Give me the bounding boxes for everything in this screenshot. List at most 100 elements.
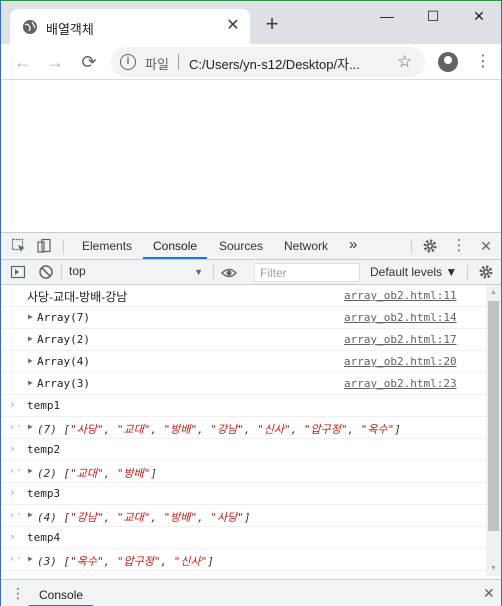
array-preview[interactable]: (4) ["강남", "교대", "방배", "사당"]	[37, 509, 251, 525]
browser-menu-icon[interactable]: ⋮	[475, 50, 491, 74]
window-close-button[interactable]: ✕	[456, 1, 502, 31]
log-object[interactable]: Array(4)	[37, 355, 90, 368]
array-length: (2)	[37, 467, 57, 480]
log-source-link[interactable]: array_ob2.html:20	[344, 355, 457, 368]
settings-gear-icon[interactable]	[422, 238, 438, 254]
array-item: "옥수"	[70, 555, 104, 568]
drawer-close-icon[interactable]: ✕	[483, 585, 495, 602]
console-output: 사당-교대-방배-강남 array_ob2.html:11 ▶ Array(7) arr…	[1, 285, 486, 576]
result-arrow-icon: ‹·	[9, 420, 23, 433]
tab-sources[interactable]: Sources	[219, 239, 263, 253]
filter-input[interactable]: Filter	[254, 263, 360, 282]
command-text: temp3	[27, 487, 61, 500]
minimize-button[interactable]: —	[364, 1, 410, 31]
address-bar[interactable]: i 파일 C:/Users/yn-s12/Desktop/자... ☆	[111, 47, 425, 77]
expand-triangle-icon[interactable]: ▶	[28, 356, 33, 365]
array-item: "방배"	[116, 467, 151, 480]
profile-avatar-icon[interactable]	[438, 52, 458, 72]
tab-title: 배열객체	[46, 22, 94, 37]
browser-toolbar: ← → ⟳ i 파일 C:/Users/yn-s12/Desktop/자... …	[1, 44, 501, 80]
array-preview[interactable]: (3) ["옥수", "압구정", "신사"]	[37, 553, 214, 569]
tab-divider	[411, 239, 412, 254]
devtools-close-icon[interactable]: ✕	[478, 238, 494, 254]
expand-triangle-icon[interactable]: ▶	[28, 334, 33, 343]
info-icon[interactable]: i	[120, 54, 136, 70]
more-tabs-button[interactable]: »	[349, 236, 357, 253]
result-arrow-icon: ‹·	[9, 552, 23, 565]
title-bar: 배열객체 ✕ + — ☐ ✕	[1, 1, 501, 44]
result-row: ‹· ▶ (7) ["사당", "교대", "방배", "강남", "신사", "압…	[1, 417, 486, 439]
expand-triangle-icon[interactable]: ▶	[28, 378, 33, 387]
new-tab-button[interactable]: +	[261, 13, 283, 35]
log-source-link[interactable]: array_ob2.html:14	[344, 311, 457, 324]
expand-triangle-icon[interactable]: ▶	[28, 554, 33, 563]
result-row: ‹· ▶ (4) ["강남", "교대", "방배", "사당"]	[1, 505, 486, 527]
active-tab-indicator	[143, 257, 207, 259]
globe-icon	[23, 20, 37, 34]
command-row: › temp1	[1, 395, 486, 417]
maximize-button[interactable]: ☐	[410, 1, 456, 31]
array-item: "강남"	[70, 511, 104, 524]
array-length: (7)	[37, 423, 57, 436]
toolbar-divider	[467, 265, 468, 280]
log-object[interactable]: Array(2)	[37, 333, 90, 346]
context-selector[interactable]: top ▼	[69, 264, 207, 281]
array-item: "교대"	[116, 423, 151, 436]
scroll-up-arrow-icon[interactable]: ▲	[486, 285, 501, 300]
log-row: ▶ Array(2) array_ob2.html:17	[1, 329, 486, 351]
scrollbar-thumb[interactable]	[488, 301, 499, 531]
log-source-link[interactable]: array_ob2.html:11	[344, 289, 457, 302]
filter-placeholder: Filter	[260, 266, 287, 280]
expand-triangle-icon[interactable]: ▶	[28, 422, 33, 431]
command-row: › temp3	[1, 483, 486, 505]
device-toolbar-icon[interactable]	[36, 238, 52, 254]
expand-triangle-icon[interactable]: ▶	[28, 312, 33, 321]
console-settings-gear-icon[interactable]	[478, 264, 494, 280]
expand-triangle-icon[interactable]: ▶	[28, 466, 33, 475]
browser-tab[interactable]: 배열객체 ✕	[10, 9, 250, 44]
scroll-down-arrow-icon[interactable]: ▼	[486, 561, 501, 576]
inspect-element-icon[interactable]	[11, 238, 27, 254]
live-expression-eye-icon[interactable]	[221, 265, 237, 281]
address-divider	[178, 54, 179, 70]
tab-divider	[63, 239, 64, 254]
log-row: ▶ Array(4) array_ob2.html:20	[1, 351, 486, 373]
log-row: ▶ Array(3) array_ob2.html:23	[1, 373, 486, 395]
array-preview[interactable]: (2) ["교대", "방배"]	[37, 465, 157, 481]
log-levels-dropdown[interactable]: Default levels ▼	[370, 265, 457, 279]
sidebar-toggle-icon[interactable]	[10, 264, 26, 280]
devtools-menu-icon[interactable]: ⋮	[451, 238, 467, 254]
tab-elements[interactable]: Elements	[82, 239, 132, 253]
log-source-link[interactable]: array_ob2.html:17	[344, 333, 457, 346]
drawer-tab-console[interactable]: Console	[39, 588, 83, 602]
forward-button[interactable]: →	[43, 50, 67, 74]
prompt-row[interactable]: ›	[1, 571, 486, 576]
command-text: temp1	[27, 399, 61, 412]
expand-triangle-icon[interactable]: ▶	[28, 510, 33, 519]
array-item: "강남"	[210, 423, 244, 436]
log-object[interactable]: Array(3)	[37, 377, 90, 390]
reload-button[interactable]: ⟳	[77, 50, 101, 74]
url-text[interactable]: C:/Users/yn-s12/Desktop/자...	[189, 54, 379, 73]
dropdown-arrow-icon: ▼	[194, 267, 203, 277]
tab-close-icon[interactable]: ✕	[224, 17, 242, 35]
drawer-menu-icon[interactable]: ⋮	[11, 585, 25, 602]
log-row: ▶ Array(7) array_ob2.html:14	[1, 307, 486, 329]
clear-console-icon[interactable]	[38, 264, 54, 280]
result-row: ‹· ▶ (2) ["교대", "방배"]	[1, 461, 486, 483]
log-source-link[interactable]: array_ob2.html:23	[344, 377, 457, 390]
toolbar-divider	[213, 265, 214, 280]
log-object[interactable]: Array(7)	[37, 311, 90, 324]
devtools-panel: Elements Console Sources Network » ⋮ ✕ t…	[1, 232, 501, 606]
result-arrow-icon: ‹·	[9, 464, 23, 477]
log-message: 사당-교대-방배-강남	[27, 290, 128, 304]
back-button[interactable]: ←	[11, 50, 35, 74]
bookmark-star-icon[interactable]: ☆	[397, 52, 412, 72]
array-item: "사당"	[210, 511, 244, 524]
array-preview[interactable]: (7) ["사당", "교대", "방배", "강남", "신사", "압구정"…	[37, 421, 401, 437]
log-row: 사당-교대-방배-강남 array_ob2.html:11	[1, 285, 486, 307]
tab-console[interactable]: Console	[153, 239, 197, 253]
tab-network[interactable]: Network	[284, 239, 328, 253]
console-scrollbar[interactable]: ▲ ▼	[486, 285, 501, 576]
context-value: top	[69, 264, 86, 278]
